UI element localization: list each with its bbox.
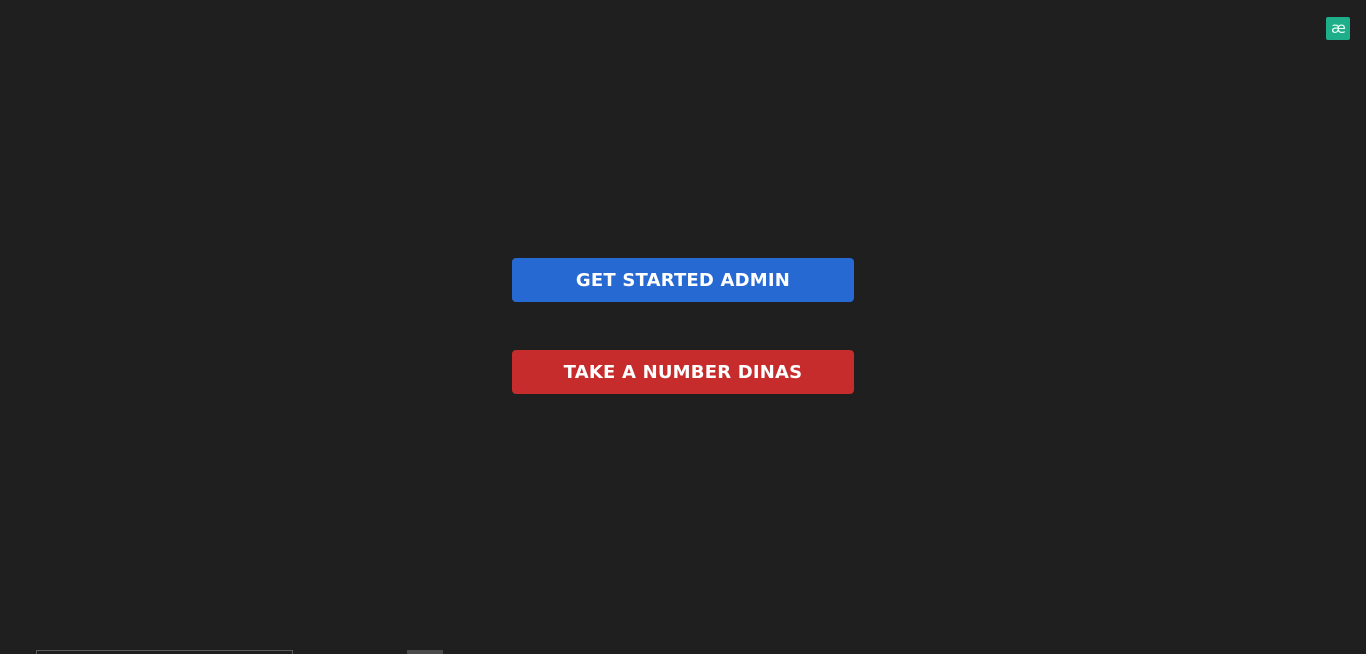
bottom-panel-edge [36,650,293,654]
ae-logo-icon[interactable]: æ [1326,17,1350,40]
scrollbar-thumb[interactable] [407,650,443,654]
get-started-admin-button[interactable]: GET STARTED ADMIN [512,258,854,302]
take-a-number-dinas-button[interactable]: TAKE A NUMBER DINAS [512,350,854,394]
